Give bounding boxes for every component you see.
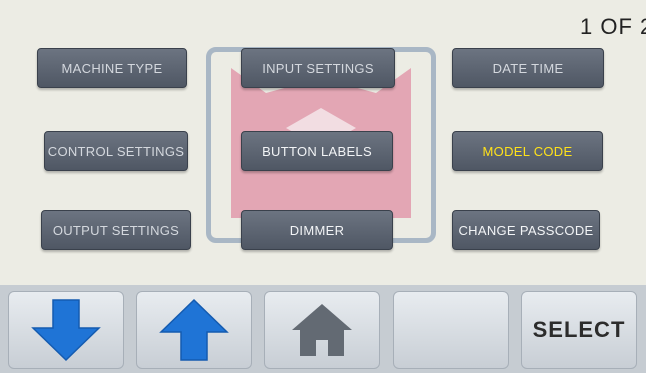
screen: 1 OF 2 MACHINE TYPE INPUT SETTINGS DATE … xyxy=(0,0,646,373)
dimmer-button[interactable]: DIMMER xyxy=(241,210,393,250)
home-icon xyxy=(292,304,352,356)
model-code-button[interactable]: MODEL CODE xyxy=(452,131,603,171)
machine-type-button[interactable]: MACHINE TYPE xyxy=(37,48,187,88)
button-labels-button[interactable]: BUTTON LABELS xyxy=(241,131,393,171)
change-passcode-button[interactable]: CHANGE PASSCODE xyxy=(452,210,600,250)
input-settings-button[interactable]: INPUT SETTINGS xyxy=(241,48,395,88)
arrow-down-icon xyxy=(31,299,101,362)
blank-nav-button[interactable] xyxy=(393,291,509,369)
arrow-up-icon xyxy=(159,298,229,361)
home-button[interactable] xyxy=(264,291,380,369)
date-time-button[interactable]: DATE TIME xyxy=(452,48,604,88)
scroll-down-button[interactable] xyxy=(8,291,124,369)
control-settings-button[interactable]: CONTROL SETTINGS xyxy=(44,131,188,171)
scroll-up-button[interactable] xyxy=(136,291,252,369)
page-indicator: 1 OF 2 xyxy=(580,14,646,39)
select-label: SELECT xyxy=(532,317,626,342)
output-settings-button[interactable]: OUTPUT SETTINGS xyxy=(41,210,191,250)
select-button[interactable]: SELECT xyxy=(521,291,637,369)
